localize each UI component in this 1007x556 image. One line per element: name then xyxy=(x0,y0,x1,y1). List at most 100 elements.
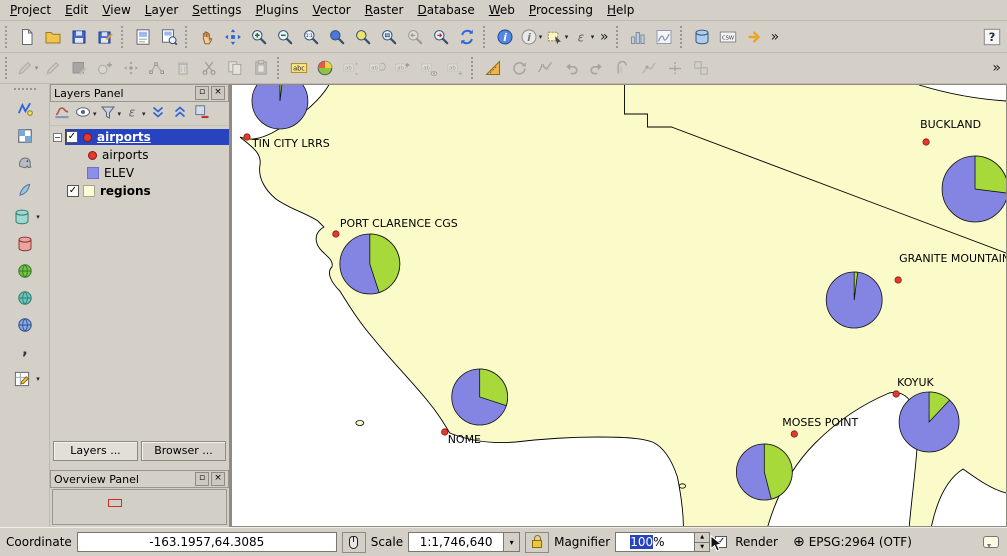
messages-icon[interactable] xyxy=(983,536,999,548)
tab-browser[interactable]: Browser ... xyxy=(141,441,226,461)
composer-manager[interactable] xyxy=(156,24,182,50)
filter-by-expression[interactable]: ε▾ xyxy=(122,103,147,125)
select-features[interactable]: ▾ xyxy=(544,24,570,50)
legend-row[interactable]: ELEV xyxy=(50,164,229,182)
pan-map[interactable] xyxy=(194,24,220,50)
filter-legend[interactable]: ▾ xyxy=(98,103,123,125)
add-spatialite-layer[interactable] xyxy=(12,177,38,203)
toolbar-handle[interactable] xyxy=(185,26,191,48)
open-project[interactable] xyxy=(40,24,66,50)
save-project-as[interactable] xyxy=(92,24,118,50)
menu-layer[interactable]: Layer xyxy=(138,1,185,20)
tab-layers[interactable]: Layers ... xyxy=(53,441,138,461)
show-histogram[interactable] xyxy=(651,24,677,50)
toolbar-handle[interactable] xyxy=(680,26,686,48)
menu-project[interactable]: Project xyxy=(3,1,58,20)
chevron-down-icon[interactable]: ▾ xyxy=(36,213,40,221)
menu-raster[interactable]: Raster xyxy=(358,1,411,20)
toolbar-handle[interactable] xyxy=(616,26,622,48)
menu-database[interactable]: Database xyxy=(410,1,481,20)
crs-status[interactable]: EPSG:2964 (OTF) xyxy=(809,535,912,549)
float-panel-icon[interactable]: ▫ xyxy=(195,86,209,100)
zoom-full[interactable] xyxy=(324,24,350,50)
open-layer-styling[interactable] xyxy=(51,103,73,125)
crs-globe-icon[interactable]: ⊕ xyxy=(793,535,805,549)
layer-row[interactable]: ✓regions xyxy=(50,182,229,200)
toolbar-handle[interactable] xyxy=(5,57,11,79)
add-delimited-text-layer[interactable]: , xyxy=(12,339,38,365)
toolbar-overflow-icon[interactable]: » xyxy=(988,60,1005,76)
menu-vector[interactable]: Vector xyxy=(306,1,358,20)
add-wms-layer[interactable] xyxy=(12,258,38,284)
new-print-composer[interactable] xyxy=(130,24,156,50)
zoom-to-layer[interactable] xyxy=(376,24,402,50)
help-contents[interactable]: ? xyxy=(979,24,1005,50)
magnifier-spinbox[interactable]: 100 % ▲ ▼ xyxy=(615,532,710,552)
add-wfs-layer[interactable] xyxy=(12,312,38,338)
chevron-down-icon[interactable]: ▾ xyxy=(503,533,519,551)
add-postgis-layer[interactable] xyxy=(12,150,38,176)
spin-up-icon[interactable]: ▲ xyxy=(695,533,709,543)
lock-scale-button[interactable] xyxy=(525,532,549,553)
coordinate-input[interactable]: -163.1957,64.3085 xyxy=(77,532,337,552)
add-wcs-layer[interactable] xyxy=(12,285,38,311)
metasearch-csw[interactable]: CSW xyxy=(715,24,741,50)
expand-all[interactable] xyxy=(147,103,169,125)
chevron-down-icon[interactable]: ▾ xyxy=(36,375,40,383)
show-statistical-summary[interactable] xyxy=(625,24,651,50)
toolbar-overflow-icon[interactable]: » xyxy=(767,29,784,45)
collapse-all[interactable] xyxy=(169,103,191,125)
db-manager[interactable] xyxy=(689,24,715,50)
menu-plugins[interactable]: Plugins xyxy=(249,1,306,20)
zoom-out[interactable] xyxy=(272,24,298,50)
float-panel-icon[interactable]: ▫ xyxy=(195,472,209,486)
measure-line[interactable] xyxy=(480,55,506,81)
toolbar-handle[interactable] xyxy=(277,57,283,79)
save-project[interactable] xyxy=(66,24,92,50)
map-canvas[interactable]: TIN CITY LRRSPORT CLARENCE CGSNOMEMOSES … xyxy=(231,84,1007,527)
menu-help[interactable]: Help xyxy=(600,1,641,20)
add-raster-layer[interactable] xyxy=(12,123,38,149)
legend-row[interactable]: airports xyxy=(50,146,229,164)
menu-edit[interactable]: Edit xyxy=(58,1,95,20)
refresh-map[interactable] xyxy=(454,24,480,50)
select-by-expression[interactable]: ε▾ xyxy=(570,24,596,50)
toggle-extents-marker-button[interactable] xyxy=(342,532,366,553)
add-mssql-layer[interactable] xyxy=(9,204,35,230)
toolbar-handle[interactable] xyxy=(471,57,477,79)
layer-visibility-checkbox[interactable]: ✓ xyxy=(67,185,79,197)
menu-settings[interactable]: Settings xyxy=(185,1,248,20)
menu-view[interactable]: View xyxy=(95,1,137,20)
zoom-to-selection[interactable] xyxy=(350,24,376,50)
manage-map-themes[interactable]: ▾ xyxy=(73,103,98,125)
zoom-next[interactable] xyxy=(428,24,454,50)
expander-icon[interactable]: − xyxy=(53,133,62,142)
zoom-native[interactable]: 1:1 xyxy=(298,24,324,50)
scale-combobox[interactable]: 1:1,746,640 ▾ xyxy=(408,532,520,552)
layer-row[interactable]: −✓airports xyxy=(50,128,229,146)
menu-processing[interactable]: Processing xyxy=(522,1,600,20)
zoom-in[interactable] xyxy=(246,24,272,50)
close-panel-icon[interactable]: × xyxy=(211,86,225,100)
toolbar-handle[interactable] xyxy=(5,26,11,48)
remove-layer[interactable] xyxy=(191,103,213,125)
layer-labeling[interactable]: abc xyxy=(286,55,312,81)
add-vector-layer[interactable] xyxy=(12,96,38,122)
spin-down-icon[interactable]: ▼ xyxy=(695,543,709,552)
pan-to-selection[interactable] xyxy=(220,24,246,50)
new-project[interactable] xyxy=(14,24,40,50)
layer-diagrams[interactable] xyxy=(312,55,338,81)
menu-web[interactable]: Web xyxy=(482,1,522,20)
toolbar-overflow-icon[interactable]: » xyxy=(596,29,613,45)
toolbar-handle[interactable] xyxy=(14,88,36,93)
overview-map[interactable] xyxy=(52,489,227,525)
close-panel-icon[interactable]: × xyxy=(211,472,225,486)
toolbar-handle[interactable] xyxy=(483,26,489,48)
run-feature-action[interactable]: i▾ xyxy=(518,24,544,50)
identify-features[interactable]: i xyxy=(492,24,518,50)
add-oracle-layer[interactable] xyxy=(12,231,38,257)
layer-visibility-checkbox[interactable]: ✓ xyxy=(66,131,78,143)
toolbar-handle[interactable] xyxy=(121,26,127,48)
new-shapefile-layer[interactable] xyxy=(9,366,35,392)
processing-run[interactable] xyxy=(741,24,767,50)
